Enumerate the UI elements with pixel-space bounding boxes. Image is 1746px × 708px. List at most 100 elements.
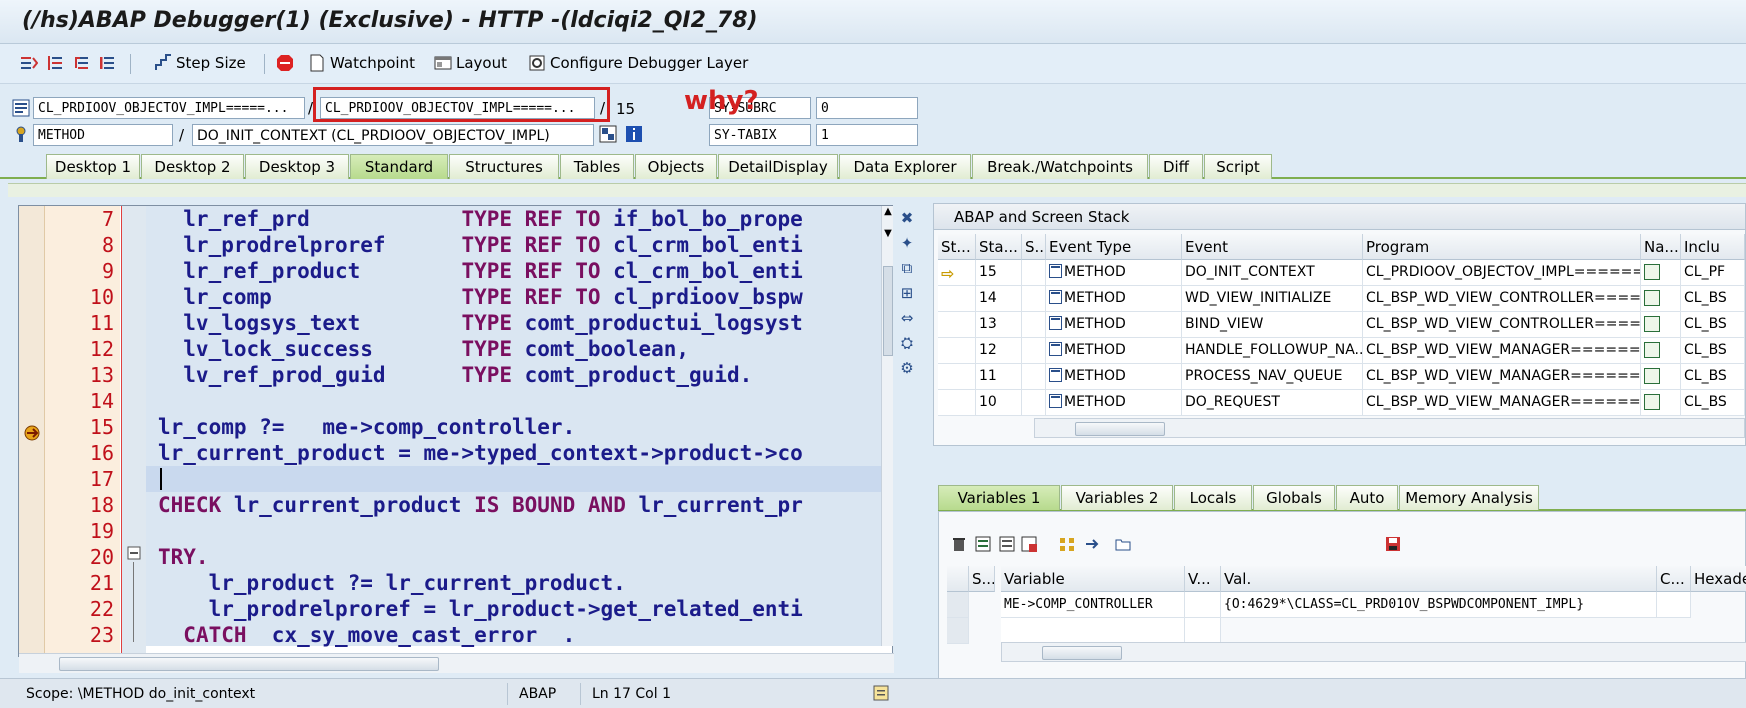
sysfield-value-1[interactable]: 0 xyxy=(816,97,918,119)
copy-icon[interactable]: ⧉ xyxy=(897,258,917,278)
code-line[interactable]: lv_logsys_text TYPE comt_productui_logsy… xyxy=(158,310,803,336)
col-stack-s[interactable]: S... xyxy=(1022,234,1046,260)
insert-row-icon[interactable] xyxy=(999,536,1015,552)
stack-level-cell[interactable]: 12 xyxy=(976,338,1022,364)
tab-locals[interactable]: Locals xyxy=(1174,485,1252,510)
folder-icon[interactable] xyxy=(1115,536,1131,552)
stack-level-cell[interactable]: 14 xyxy=(976,286,1022,312)
stack-event-type-cell[interactable]: METHOD xyxy=(1046,390,1182,416)
stack-event-type-cell[interactable]: METHOD xyxy=(1046,312,1182,338)
scroll-thumb[interactable] xyxy=(1075,422,1165,436)
stack-event-cell[interactable]: WD_VIEW_INITIALIZE xyxy=(1182,286,1363,312)
var-row-selector[interactable] xyxy=(947,592,969,618)
navigate-icon[interactable] xyxy=(1644,394,1660,410)
editor-horizontal-scrollbar[interactable] xyxy=(19,653,894,673)
var-col-v[interactable]: V... xyxy=(1185,566,1221,592)
stack-navigate-cell[interactable] xyxy=(1641,390,1681,416)
stack-include-cell[interactable]: CL_BS xyxy=(1681,286,1745,312)
stack-program-cell[interactable]: CL_BSP_WD_VIEW_MANAGER======... xyxy=(1363,364,1641,390)
tab-desktop-1[interactable]: Desktop 1 xyxy=(46,154,140,179)
col-include[interactable]: Inclu xyxy=(1681,234,1745,260)
var-col-value[interactable]: Val. xyxy=(1221,566,1657,592)
col-event-type[interactable]: Event Type xyxy=(1046,234,1182,260)
return-icon[interactable] xyxy=(74,54,92,72)
event-name-field[interactable]: DO_INIT_CONTEXT (CL_PRDIOOV_OBJECTOV_IMP… xyxy=(192,124,594,146)
stack-include-cell[interactable]: CL_BS xyxy=(1681,364,1745,390)
delete-row-icon[interactable] xyxy=(1021,536,1037,552)
stack-event-type-cell[interactable]: METHOD xyxy=(1046,260,1182,286)
code-area[interactable]: lr_ref_prd TYPE REF TO if_bol_bo_prope l… xyxy=(146,206,881,648)
scroll-thumb[interactable] xyxy=(1042,646,1122,660)
stack-include-cell[interactable]: CL_PF xyxy=(1681,260,1745,286)
stack-navigate-cell[interactable] xyxy=(1641,364,1681,390)
tab-structures[interactable]: Structures xyxy=(449,154,559,179)
continue-icon[interactable] xyxy=(100,54,118,72)
full-screen-icon[interactable]: ⊞ xyxy=(897,283,917,303)
stack-program-cell[interactable]: CL_BSP_WD_VIEW_CONTROLLER====... xyxy=(1363,312,1641,338)
stack-navigate-cell[interactable] xyxy=(1641,286,1681,312)
delete-icon[interactable] xyxy=(951,536,967,552)
detail-view-icon[interactable] xyxy=(975,536,991,552)
code-line[interactable]: lr_current_product = me->typed_context->… xyxy=(158,440,803,466)
scroll-thumb[interactable] xyxy=(59,657,439,671)
swap-icon[interactable]: ⇔ xyxy=(897,308,917,328)
var-col-c[interactable]: C... xyxy=(1657,566,1691,592)
navigate-icon[interactable] xyxy=(599,125,617,143)
current-statement-breakpoint-icon[interactable] xyxy=(23,424,41,442)
code-line[interactable]: lr_prodrelproref TYPE REF TO cl_crm_bol_… xyxy=(158,232,803,258)
stack-level-cell[interactable]: 10 xyxy=(976,390,1022,416)
stack-horizontal-scrollbar[interactable] xyxy=(1034,418,1745,438)
code-line[interactable]: TRY. xyxy=(158,544,209,570)
navigate-icon[interactable] xyxy=(1644,316,1660,332)
scroll-up-icon[interactable]: ▲ xyxy=(883,206,893,226)
tab-objects[interactable]: Objects xyxy=(635,154,717,179)
close-icon[interactable]: ✖ xyxy=(897,208,917,228)
stack-event-cell[interactable]: BIND_VIEW xyxy=(1182,312,1363,338)
col-navigation[interactable]: Na... xyxy=(1641,234,1681,260)
stack-event-cell[interactable]: DO_INIT_CONTEXT xyxy=(1182,260,1363,286)
new-session-icon[interactable]: ✦ xyxy=(897,233,917,253)
scroll-thumb[interactable] xyxy=(883,266,893,356)
stack-program-cell[interactable]: CL_PRDIOOV_OBJECTOV_IMPL======... xyxy=(1363,260,1641,286)
tab-breakpoints-watchpoints[interactable]: Break./Watchpoints xyxy=(972,154,1148,179)
stack-level-cell[interactable]: 11 xyxy=(976,364,1022,390)
navigate-icon[interactable] xyxy=(1644,342,1660,358)
code-line[interactable]: lv_ref_prod_guid TYPE comt_product_guid. xyxy=(158,362,752,388)
settings-icon[interactable]: ⚙ xyxy=(897,358,917,378)
stack-event-type-cell[interactable]: METHOD xyxy=(1046,338,1182,364)
col-program[interactable]: Program xyxy=(1363,234,1641,260)
stack-include-cell[interactable]: CL_BS xyxy=(1681,312,1745,338)
code-line[interactable]: lr_product ?= lr_current_product. xyxy=(158,570,626,596)
stack-include-cell[interactable]: CL_BS xyxy=(1681,338,1745,364)
code-line[interactable]: lr_ref_prd TYPE REF TO if_bol_bo_prope xyxy=(158,206,803,232)
code-line[interactable]: lr_ref_product TYPE REF TO cl_crm_bol_en… xyxy=(158,258,803,284)
tab-auto[interactable]: Auto xyxy=(1336,485,1398,510)
tab-variables-1[interactable]: Variables 1 xyxy=(938,485,1060,510)
tab-data-explorer[interactable]: Data Explorer xyxy=(839,154,971,179)
code-line[interactable]: CATCH cx_sy_move_cast_error . xyxy=(158,622,575,648)
step-into-icon[interactable] xyxy=(20,54,38,72)
event-type-field[interactable]: METHOD xyxy=(33,124,173,146)
stack-navigate-cell[interactable] xyxy=(1641,260,1681,286)
var-row-selector[interactable] xyxy=(947,618,969,644)
stack-program-cell[interactable]: CL_BSP_WD_VIEW_MANAGER======... xyxy=(1363,390,1641,416)
navigate-icon[interactable] xyxy=(1644,264,1660,280)
col-stack-level[interactable]: Sta... xyxy=(976,234,1022,260)
code-line[interactable]: lr_prodrelproref = lr_product->get_relat… xyxy=(158,596,803,622)
stack-level-cell[interactable]: 15 xyxy=(976,260,1022,286)
tab-detaildisplay[interactable]: DetailDisplay xyxy=(718,154,838,179)
var-col-s[interactable]: S... xyxy=(969,566,995,592)
sysfield-value-2[interactable]: 1 xyxy=(816,124,918,146)
tab-desktop-2[interactable]: Desktop 2 xyxy=(141,154,244,179)
stack-navigate-cell[interactable] xyxy=(1641,338,1681,364)
code-line[interactable]: lr_comp ?= me->comp_controller. xyxy=(158,414,575,440)
tab-standard[interactable]: Standard xyxy=(350,154,448,179)
stack-event-cell[interactable]: HANDLE_FOLLOWUP_NA... xyxy=(1182,338,1363,364)
step-size-button[interactable]: Step Size xyxy=(176,54,246,72)
tab-diff[interactable]: Diff xyxy=(1149,154,1203,179)
code-line[interactable]: CHECK lr_current_product IS BOUND AND lr… xyxy=(158,492,803,518)
sysfield-name-2[interactable]: SY-TABIX xyxy=(709,124,811,146)
stack-event-cell[interactable]: DO_REQUEST xyxy=(1182,390,1363,416)
stack-event-cell[interactable]: PROCESS_NAV_QUEUE xyxy=(1182,364,1363,390)
var-col-hexadecimal[interactable]: Hexade xyxy=(1691,566,1746,592)
